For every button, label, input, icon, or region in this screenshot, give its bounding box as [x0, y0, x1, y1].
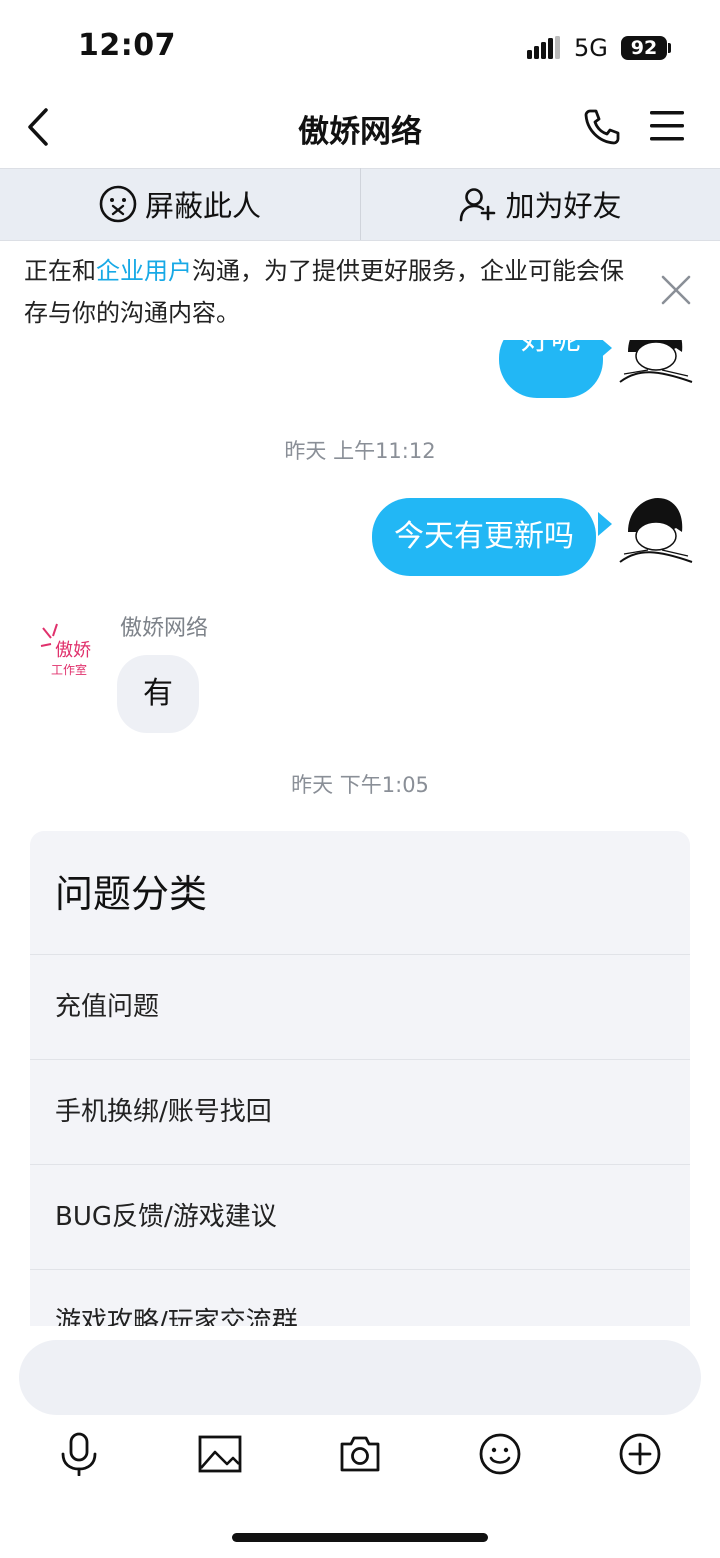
bot-logo-avatar[interactable]: 傲娇 工作室	[37, 616, 107, 686]
enterprise-notice: 正在和企业用户沟通，为了提供更好服务，企业可能会保存与你的沟通内容。	[24, 250, 644, 334]
outgoing-bubble[interactable]: 今天有更新吗	[372, 498, 596, 576]
category-item-bug[interactable]: BUG反馈/游戏建议	[30, 1165, 690, 1270]
message-text: 好呢	[521, 340, 581, 360]
notice-enterprise-link[interactable]: 企业用户	[96, 257, 192, 285]
block-face-icon	[99, 185, 137, 223]
battery-tip	[668, 43, 671, 53]
message-input[interactable]	[19, 1340, 701, 1415]
add-friend-label: 加为好友	[505, 189, 622, 223]
phone-icon[interactable]	[582, 107, 622, 147]
network-type: 5G	[574, 34, 608, 62]
image-icon[interactable]	[197, 1432, 243, 1476]
battery-level: 92	[621, 36, 667, 60]
signal-icon	[527, 36, 560, 59]
home-indicator[interactable]	[232, 1533, 488, 1542]
avatar[interactable]	[618, 340, 694, 388]
category-item-guide[interactable]: 游戏攻略/玩家交流群	[30, 1270, 690, 1326]
question-category-card: 问题分类 充值问题 手机换绑/账号找回 BUG反馈/游戏建议 游戏攻略/玩家交流…	[30, 831, 690, 1326]
block-user-label: 屏蔽此人	[144, 189, 261, 223]
category-item-recharge[interactable]: 充值问题	[30, 955, 690, 1060]
add-friend-icon	[460, 188, 496, 222]
plus-icon[interactable]	[618, 1432, 662, 1476]
message-text: 今天有更新吗	[394, 519, 574, 554]
menu-icon[interactable]	[648, 108, 686, 144]
logo-text-top: 傲娇	[55, 640, 91, 661]
timestamp: 昨天 下午1:05	[291, 773, 429, 797]
close-icon[interactable]	[659, 273, 693, 307]
add-friend-button[interactable]: 加为好友	[361, 168, 720, 240]
outgoing-bubble[interactable]: 好呢	[499, 340, 603, 398]
mic-icon[interactable]	[57, 1432, 101, 1476]
message-text: 有	[143, 676, 173, 711]
camera-icon[interactable]	[338, 1432, 382, 1476]
avatar[interactable]	[618, 492, 694, 568]
emoji-icon[interactable]	[478, 1432, 522, 1476]
user-avatar-image	[618, 340, 694, 388]
bubble-tail	[598, 340, 612, 360]
logo-text-bottom: 工作室	[51, 662, 87, 677]
card-title: 问题分类	[30, 831, 690, 955]
bubble-tail	[598, 512, 612, 536]
sender-name: 傲娇网络	[120, 616, 209, 641]
incoming-bubble[interactable]: 有	[117, 655, 199, 733]
user-avatar-image	[618, 492, 694, 568]
message-list[interactable]: 好呢 昨天 上午11:12 今天有更新吗 傲娇 工作室 傲娇网络 有	[0, 340, 720, 1326]
notice-prefix: 正在和	[24, 257, 96, 285]
timestamp: 昨天 上午11:12	[284, 439, 436, 463]
status-time: 12:07	[78, 28, 176, 63]
block-user-button[interactable]: 屏蔽此人	[0, 168, 360, 240]
category-item-account[interactable]: 手机换绑/账号找回	[30, 1060, 690, 1165]
